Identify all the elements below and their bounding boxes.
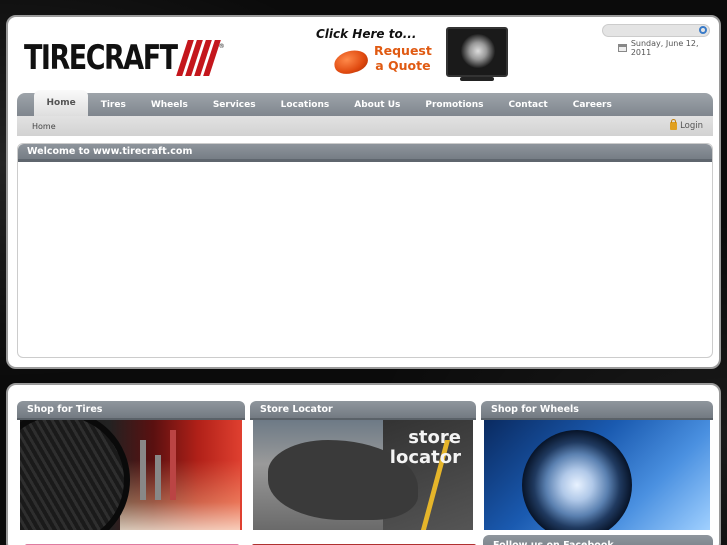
city-tower	[155, 455, 161, 500]
request-quote-banner[interactable]: Click Here to... Request a Quote	[316, 25, 508, 85]
date-display: Sunday, June 12, 2011	[618, 39, 719, 57]
calendar-icon	[618, 44, 627, 52]
shop-tires-title[interactable]: Shop for Tires	[17, 401, 245, 420]
nav-item-wheels[interactable]: Wheels	[138, 93, 200, 116]
store-locator-box[interactable]: Store Locator store locator	[250, 401, 476, 535]
facebook-box-title[interactable]: Follow us on Facebook	[483, 535, 713, 545]
nav-item-locations[interactable]: Locations	[268, 93, 342, 116]
nav-item-promotions[interactable]: Promotions	[413, 93, 496, 116]
login-link[interactable]: Login	[670, 119, 703, 131]
tire-icon	[20, 420, 130, 530]
search-input[interactable]	[602, 24, 710, 37]
lock-icon	[670, 119, 678, 130]
mouse-icon	[331, 46, 371, 78]
store-locator-image[interactable]: store locator	[253, 420, 473, 530]
store-text-line1: store	[408, 427, 461, 448]
nav-item-about-us[interactable]: About Us	[342, 93, 413, 116]
monitor-icon	[446, 27, 508, 77]
city-tower	[170, 430, 176, 500]
promo-request-quote: Request a Quote	[374, 43, 432, 73]
main-panel: TIRECRAFT ® Click Here to... Request a Q…	[6, 15, 721, 369]
store-locator-image-text: store locator	[361, 428, 461, 468]
nav-item-contact[interactable]: Contact	[496, 93, 560, 116]
city-tower	[140, 440, 146, 500]
wheels-image[interactable]	[484, 420, 710, 530]
login-label: Login	[680, 121, 703, 131]
nav-item-tires[interactable]: Tires	[88, 93, 138, 116]
feature-panel: Shop for Tires Store Locator store locat…	[6, 383, 721, 545]
shop-tires-box[interactable]: Shop for Tires	[17, 401, 245, 535]
tires-image[interactable]	[20, 420, 242, 530]
welcome-box: Welcome to www.tirecraft.com	[17, 143, 713, 358]
welcome-title: Welcome to www.tirecraft.com	[18, 144, 712, 162]
nav-item-careers[interactable]: Careers	[560, 93, 624, 116]
logo-stripes-icon	[173, 40, 221, 76]
nav-item-services[interactable]: Services	[200, 93, 268, 116]
store-text-line2: locator	[389, 447, 461, 468]
shop-wheels-box[interactable]: Shop for Wheels	[481, 401, 713, 535]
breadcrumb[interactable]: Home	[32, 122, 56, 131]
shop-wheels-title[interactable]: Shop for Wheels	[481, 401, 713, 420]
promo-request-line2: a Quote	[375, 58, 431, 73]
store-locator-title[interactable]: Store Locator	[250, 401, 476, 420]
nav-item-home[interactable]: Home	[34, 90, 89, 116]
logo-text: TIRECRAFT	[24, 38, 178, 78]
promo-request-line1: Request	[374, 43, 432, 58]
tirecraft-logo[interactable]: TIRECRAFT ®	[24, 37, 225, 79]
monitor-stand	[460, 77, 494, 81]
date-text: Sunday, June 12, 2011	[630, 39, 699, 57]
city-lights	[120, 460, 240, 530]
promo-click-here: Click Here to...	[316, 27, 417, 41]
wheel-icon	[461, 34, 495, 68]
main-nav: Home Tires Wheels Services Locations Abo…	[17, 90, 713, 116]
wheel-rim-icon	[522, 430, 632, 530]
search-icon[interactable]	[699, 26, 707, 34]
sub-nav-bar: Home Login	[17, 116, 713, 136]
